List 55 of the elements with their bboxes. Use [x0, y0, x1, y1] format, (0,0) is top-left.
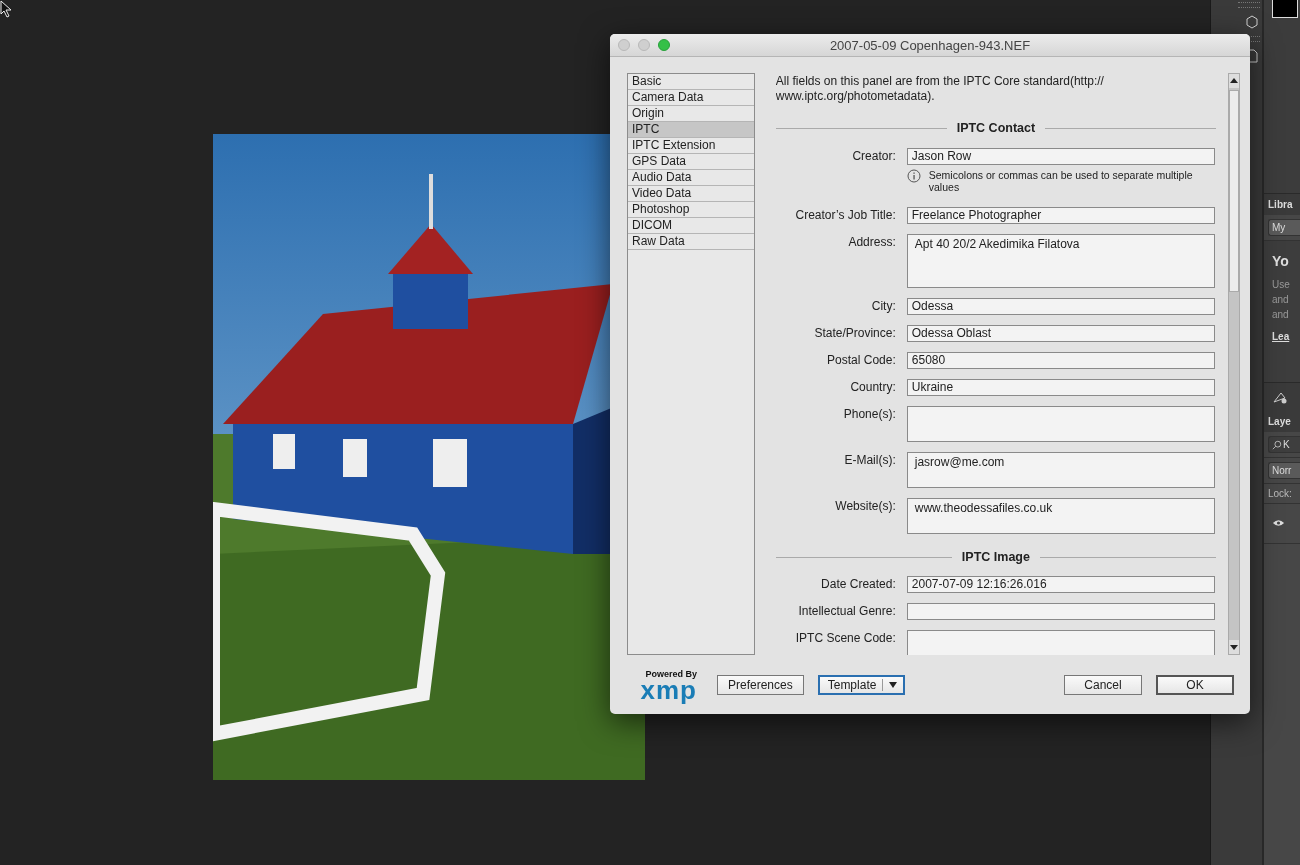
panel-text: and	[1272, 308, 1290, 322]
field-label: IPTC Scene Code:	[794, 630, 897, 646]
field-label: Intellectual Genre:	[797, 603, 897, 619]
input-field[interactable]: 2007-07-09 12:16:26.016	[906, 576, 1215, 593]
field-label: State/Province:	[813, 325, 897, 341]
section-title: IPTC Image	[961, 550, 1030, 564]
input-field[interactable]: Jason Row	[906, 148, 1215, 165]
intro-text: All fields on this panel are from the IPTC Core standard(http:// www.iptc.org/photometadata).	[775, 73, 1105, 104]
input-field[interactable]: Apt 40 20/2 Akedimika Filatova	[906, 234, 1215, 288]
field-label: Country:	[849, 379, 897, 395]
category-item[interactable]: Video Data	[628, 186, 754, 202]
panel-heading: Yo	[1272, 253, 1290, 269]
blend-mode-dropdown[interactable]: Norr	[1268, 462, 1300, 479]
logo-tagline: Powered By	[645, 668, 697, 679]
field-label: Address:	[847, 234, 897, 250]
template-button[interactable]: Template	[817, 674, 906, 695]
ok-button[interactable]: OK	[1156, 674, 1234, 695]
category-item[interactable]: Photoshop	[628, 202, 754, 218]
category-item[interactable]: Raw Data	[628, 234, 754, 250]
panel-text: and	[1272, 293, 1290, 307]
libraries-tab[interactable]: Libra	[1264, 194, 1300, 215]
category-item[interactable]: IPTC Extension	[628, 138, 754, 154]
field-label: Postal Code:	[826, 352, 897, 368]
category-item[interactable]: Camera Data	[628, 90, 754, 106]
layers-tab[interactable]: Laye	[1264, 411, 1300, 432]
window-title: 2007-05-09 Copenhagen-943.NEF	[829, 37, 1031, 53]
input-field[interactable]: 65080	[906, 352, 1215, 369]
field-label: Phone(s):	[842, 406, 897, 422]
field-label: Creator’s Job Title:	[794, 207, 897, 223]
filter-dropdown[interactable]: K	[1268, 436, 1300, 453]
input-field[interactable]: Ukraine	[906, 379, 1215, 396]
category-item[interactable]: Basic	[628, 74, 754, 90]
category-item[interactable]: GPS Data	[628, 154, 754, 170]
panel-text: Use	[1272, 278, 1291, 292]
input-field[interactable]: jasrow@me.com	[906, 452, 1215, 488]
category-item[interactable]: Audio Data	[628, 170, 754, 186]
library-dropdown[interactable]: My	[1268, 219, 1300, 236]
preferences-button[interactable]: Preferences	[717, 674, 804, 695]
input-field[interactable]: Odessa Oblast	[906, 325, 1215, 342]
filter-label: K	[1283, 439, 1290, 450]
category-item[interactable]: IPTC	[628, 122, 754, 138]
section-title: IPTC Contact	[956, 121, 1036, 135]
input-field[interactable]: www.theodessafiles.co.uk	[906, 498, 1215, 534]
field-label: City:	[870, 298, 897, 314]
field-label: Date Created:	[820, 576, 897, 592]
input-field[interactable]: Freelance Photographer	[906, 207, 1215, 224]
learn-link[interactable]: Lea	[1272, 331, 1300, 342]
hint-text: Semicolons or commas can be used to separate multiple values	[928, 169, 1194, 193]
input-field[interactable]: Odessa	[906, 298, 1215, 315]
field-label: Creator:	[851, 148, 897, 164]
field-label: Website(s):	[834, 498, 897, 514]
field-label: E-Mail(s):	[843, 452, 897, 468]
cancel-button[interactable]: Cancel	[1064, 674, 1142, 695]
lock-label: Lock:	[1268, 488, 1292, 499]
category-item[interactable]: DICOM	[628, 218, 754, 234]
